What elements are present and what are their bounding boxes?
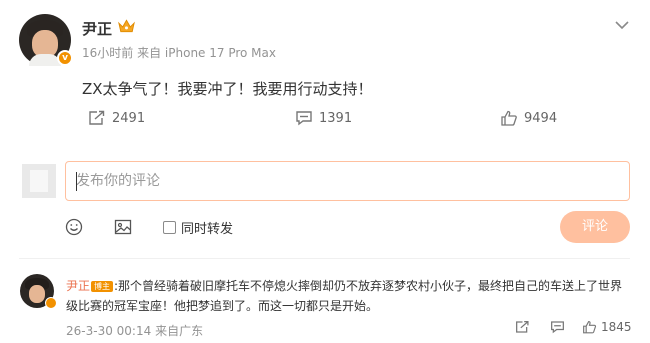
comment-box [65, 161, 630, 201]
author-avatar[interactable]: v [19, 14, 73, 66]
comment-like-count: 1845 [601, 320, 632, 334]
post-source: 来自 iPhone 17 Pro Max [137, 46, 276, 60]
comment-reply-button[interactable] [550, 320, 565, 334]
forward-toggle[interactable]: 同时转发 [163, 218, 233, 237]
comment-author[interactable]: 尹正 [66, 279, 90, 293]
like-count: 9494 [524, 110, 558, 126]
comment-icon [551, 321, 564, 334]
repost-button[interactable]: 2491 [88, 110, 145, 126]
comment-count: 1391 [319, 110, 353, 126]
chevron-down-icon[interactable] [614, 20, 630, 30]
emoji-icon[interactable] [65, 218, 83, 236]
post-actions: 2491 1391 9494 [0, 110, 650, 132]
crown-icon [118, 19, 135, 33]
comment-like-button[interactable]: 1845 [582, 320, 632, 334]
image-icon[interactable] [114, 218, 132, 236]
weibo-post: v 尹正 16小时前 来自 iPhone 17 Pro Max ZX太争气了！我… [0, 0, 650, 343]
my-avatar [22, 164, 56, 198]
comment-actions: 1845 [0, 320, 650, 338]
comment-repost-button[interactable] [515, 320, 530, 334]
forward-label: 同时转发 [181, 222, 234, 237]
forward-checkbox[interactable] [163, 221, 176, 234]
post-content: ZX太争气了！我要冲了！我要用行动支持！ [82, 80, 373, 98]
like-button[interactable]: 9494 [500, 110, 557, 126]
commenter-avatar[interactable] [20, 274, 57, 309]
post-time[interactable]: 16小时前 [82, 46, 133, 60]
verified-badge-icon [45, 297, 57, 309]
like-icon [583, 320, 597, 334]
comment-icon [296, 111, 312, 126]
verified-badge-icon: v [57, 50, 73, 66]
repost-icon [89, 110, 105, 125]
post-meta: 16小时前 来自 iPhone 17 Pro Max [82, 44, 276, 61]
like-icon [501, 110, 517, 126]
text-caret [76, 172, 77, 191]
repost-icon [516, 320, 529, 333]
author-name[interactable]: 尹正 [82, 18, 112, 39]
comment-input[interactable] [66, 162, 629, 200]
repost-count: 2491 [112, 110, 146, 126]
avatar-face [29, 285, 45, 303]
comment-button[interactable]: 1391 [295, 110, 352, 126]
divider [19, 258, 630, 259]
comment-text: :那个曾经骑着破旧摩托车不停熄火摔倒却仍不放弃逐梦农村小伙子，最终把自己的车送上… [66, 279, 623, 313]
comment-body: 尹正 博主:那个曾经骑着破旧摩托车不停熄火摔倒却仍不放弃逐梦农村小伙子，最终把自己… [66, 276, 632, 316]
author-tag: 博主 [91, 281, 114, 292]
submit-comment-button[interactable]: 评论 [560, 211, 630, 243]
